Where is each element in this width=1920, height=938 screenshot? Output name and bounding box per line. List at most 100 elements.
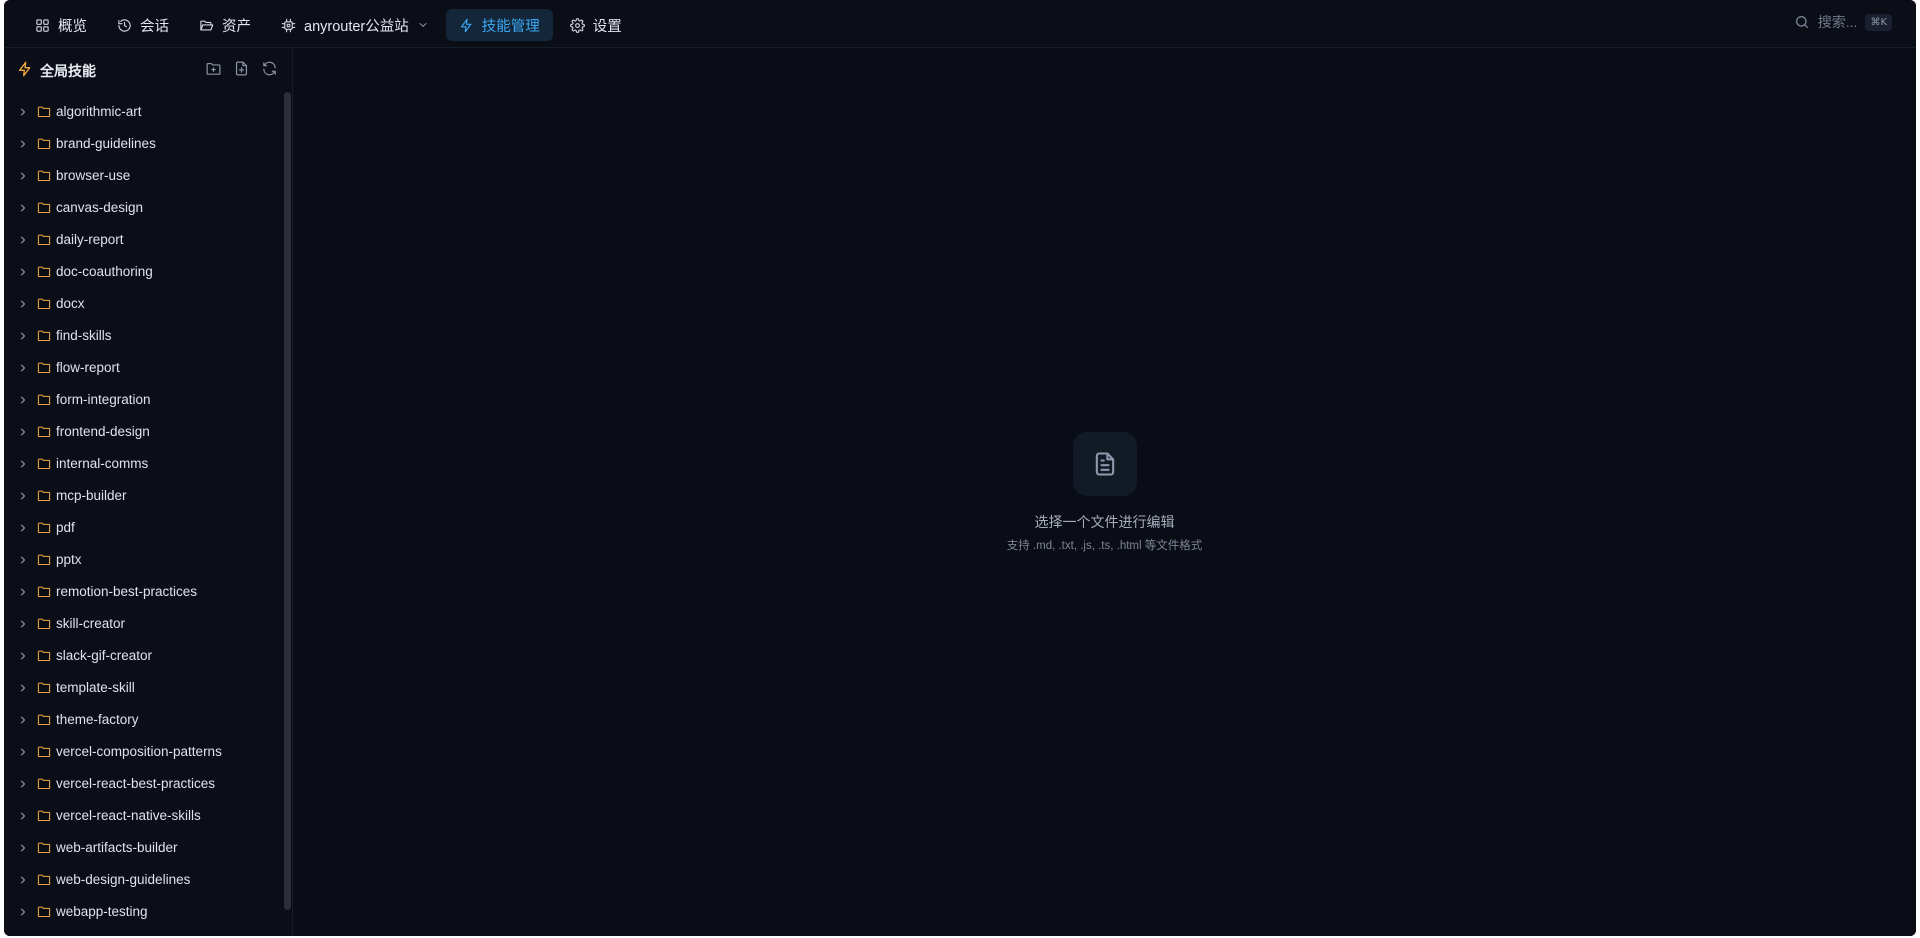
chevron-right-icon[interactable] — [17, 298, 29, 310]
tree-item[interactable]: canvas-design — [4, 192, 274, 224]
grid-icon — [36, 18, 49, 32]
folder-icon — [37, 106, 51, 118]
search-icon — [1795, 16, 1808, 28]
tree-item[interactable]: web-design-guidelines — [4, 864, 274, 896]
folder-icon — [37, 234, 51, 246]
document-icon-box — [1072, 432, 1137, 496]
nav-assets-label: 资产 — [222, 18, 251, 35]
chevron-right-icon[interactable] — [17, 426, 29, 438]
chevron-right-icon[interactable] — [17, 170, 29, 182]
sidebar-title: 全局技能 — [40, 63, 96, 79]
tree-item[interactable]: mcp-builder — [4, 480, 274, 512]
tree-item[interactable]: form-integration — [4, 384, 274, 416]
folder-icon — [37, 618, 51, 630]
chevron-right-icon[interactable] — [17, 778, 29, 790]
tree-item[interactable]: doc-coauthoring — [4, 256, 274, 288]
tree-item[interactable]: template-skill — [4, 672, 274, 704]
chevron-right-icon[interactable] — [17, 810, 29, 822]
global-search[interactable]: 搜索... ⌘K — [1794, 12, 1892, 32]
tree-item[interactable]: vercel-react-native-skills — [4, 800, 274, 832]
chevron-right-icon[interactable] — [17, 554, 29, 566]
tree-item[interactable]: internal-comms — [4, 448, 274, 480]
gear-icon — [569, 17, 585, 33]
new-folder-icon[interactable] — [205, 60, 222, 77]
chevron-right-icon[interactable] — [17, 266, 29, 278]
chevron-right-icon[interactable] — [17, 906, 29, 918]
chevron-right-icon[interactable] — [17, 842, 29, 854]
nav-workspace-selector[interactable]: anyrouter公益站 — [268, 9, 442, 41]
tree-item-label: pdf — [56, 520, 75, 535]
empty-state-title: 选择一个文件进行编辑 — [1034, 514, 1175, 530]
tree-item-label: doc-coauthoring — [56, 264, 153, 279]
tree-item[interactable]: remotion-best-practices — [4, 576, 274, 608]
tree-item[interactable]: web-artifacts-builder — [4, 832, 274, 864]
chevron-right-icon[interactable] — [17, 490, 29, 502]
folder-icon — [37, 714, 51, 726]
chevron-right-icon[interactable] — [17, 394, 29, 406]
chevron-down-icon — [419, 23, 427, 27]
sidebar-actions — [205, 60, 278, 77]
tree-item[interactable]: frontend-design — [4, 416, 274, 448]
chevron-right-icon[interactable] — [17, 202, 29, 214]
tree-item[interactable]: webapp-testing — [4, 896, 274, 928]
sidebar-scrollbar[interactable] — [284, 92, 291, 910]
chevron-right-icon[interactable] — [17, 714, 29, 726]
chevron-right-icon[interactable] — [17, 874, 29, 886]
tree-item-label: web-design-guidelines — [56, 872, 191, 887]
folder-icon — [37, 746, 51, 758]
folder-icon — [37, 842, 51, 854]
tree-item-label: browser-use — [56, 168, 131, 183]
tree-item[interactable]: vercel-react-best-practices — [4, 768, 274, 800]
chevron-right-icon[interactable] — [17, 106, 29, 118]
chevron-right-icon[interactable] — [17, 586, 29, 598]
nav-skills-management[interactable]: 技能管理 — [445, 9, 553, 41]
bolt-icon — [19, 61, 31, 77]
chevron-right-icon[interactable] — [17, 650, 29, 662]
chevron-right-icon[interactable] — [17, 618, 29, 630]
history-icon — [118, 18, 131, 32]
bolt-icon — [460, 18, 472, 32]
folder-icon — [37, 458, 51, 470]
folder-icon — [37, 266, 51, 278]
tree-item[interactable]: flow-report — [4, 352, 274, 384]
chevron-right-icon[interactable] — [17, 362, 29, 374]
nav-sessions[interactable]: 会话 — [104, 9, 182, 41]
tree-item[interactable]: brand-guidelines — [4, 128, 274, 160]
chevron-right-icon[interactable] — [17, 746, 29, 758]
chevron-right-icon[interactable] — [17, 458, 29, 470]
tree-item-label: template-skill — [56, 680, 135, 695]
folder-icon — [37, 330, 51, 342]
chevron-right-icon[interactable] — [17, 522, 29, 534]
tree-item[interactable]: skill-creator — [4, 608, 274, 640]
tree-item[interactable]: pptx — [4, 544, 274, 576]
nav-overview[interactable]: 概览 — [22, 9, 100, 41]
tree-item[interactable]: browser-use — [4, 160, 274, 192]
tree-item[interactable]: algorithmic-art — [4, 96, 274, 128]
folder-icon — [37, 426, 51, 438]
tree-item-label: form-integration — [56, 392, 151, 407]
tree-item[interactable]: docx — [4, 288, 274, 320]
chevron-right-icon[interactable] — [17, 138, 29, 150]
tree-item[interactable]: vercel-composition-patterns — [4, 736, 274, 768]
nav-assets[interactable]: 资产 — [186, 9, 264, 41]
chevron-right-icon[interactable] — [17, 234, 29, 246]
tree-item-label: docx — [56, 296, 85, 311]
tree-item[interactable]: pdf — [4, 512, 274, 544]
tree-item-label: internal-comms — [56, 456, 149, 471]
new-file-icon[interactable] — [233, 60, 250, 77]
tree-item-label: vercel-react-best-practices — [56, 776, 216, 791]
nav-settings[interactable]: 设置 — [557, 9, 635, 41]
chevron-right-icon[interactable] — [17, 682, 29, 694]
nav-settings-label: 设置 — [592, 18, 622, 35]
chevron-right-icon[interactable] — [17, 330, 29, 342]
tree-item[interactable]: slack-gif-creator — [4, 640, 274, 672]
tree-item-label: daily-report — [56, 232, 124, 247]
tree-item[interactable]: daily-report — [4, 224, 274, 256]
nav-sessions-label: 会话 — [140, 18, 169, 35]
folder-icon — [37, 874, 51, 886]
tree-item[interactable]: find-skills — [4, 320, 274, 352]
document-icon — [1095, 452, 1114, 476]
nav-overview-label: 概览 — [58, 18, 87, 35]
refresh-icon[interactable] — [261, 60, 278, 77]
tree-item[interactable]: theme-factory — [4, 704, 274, 736]
